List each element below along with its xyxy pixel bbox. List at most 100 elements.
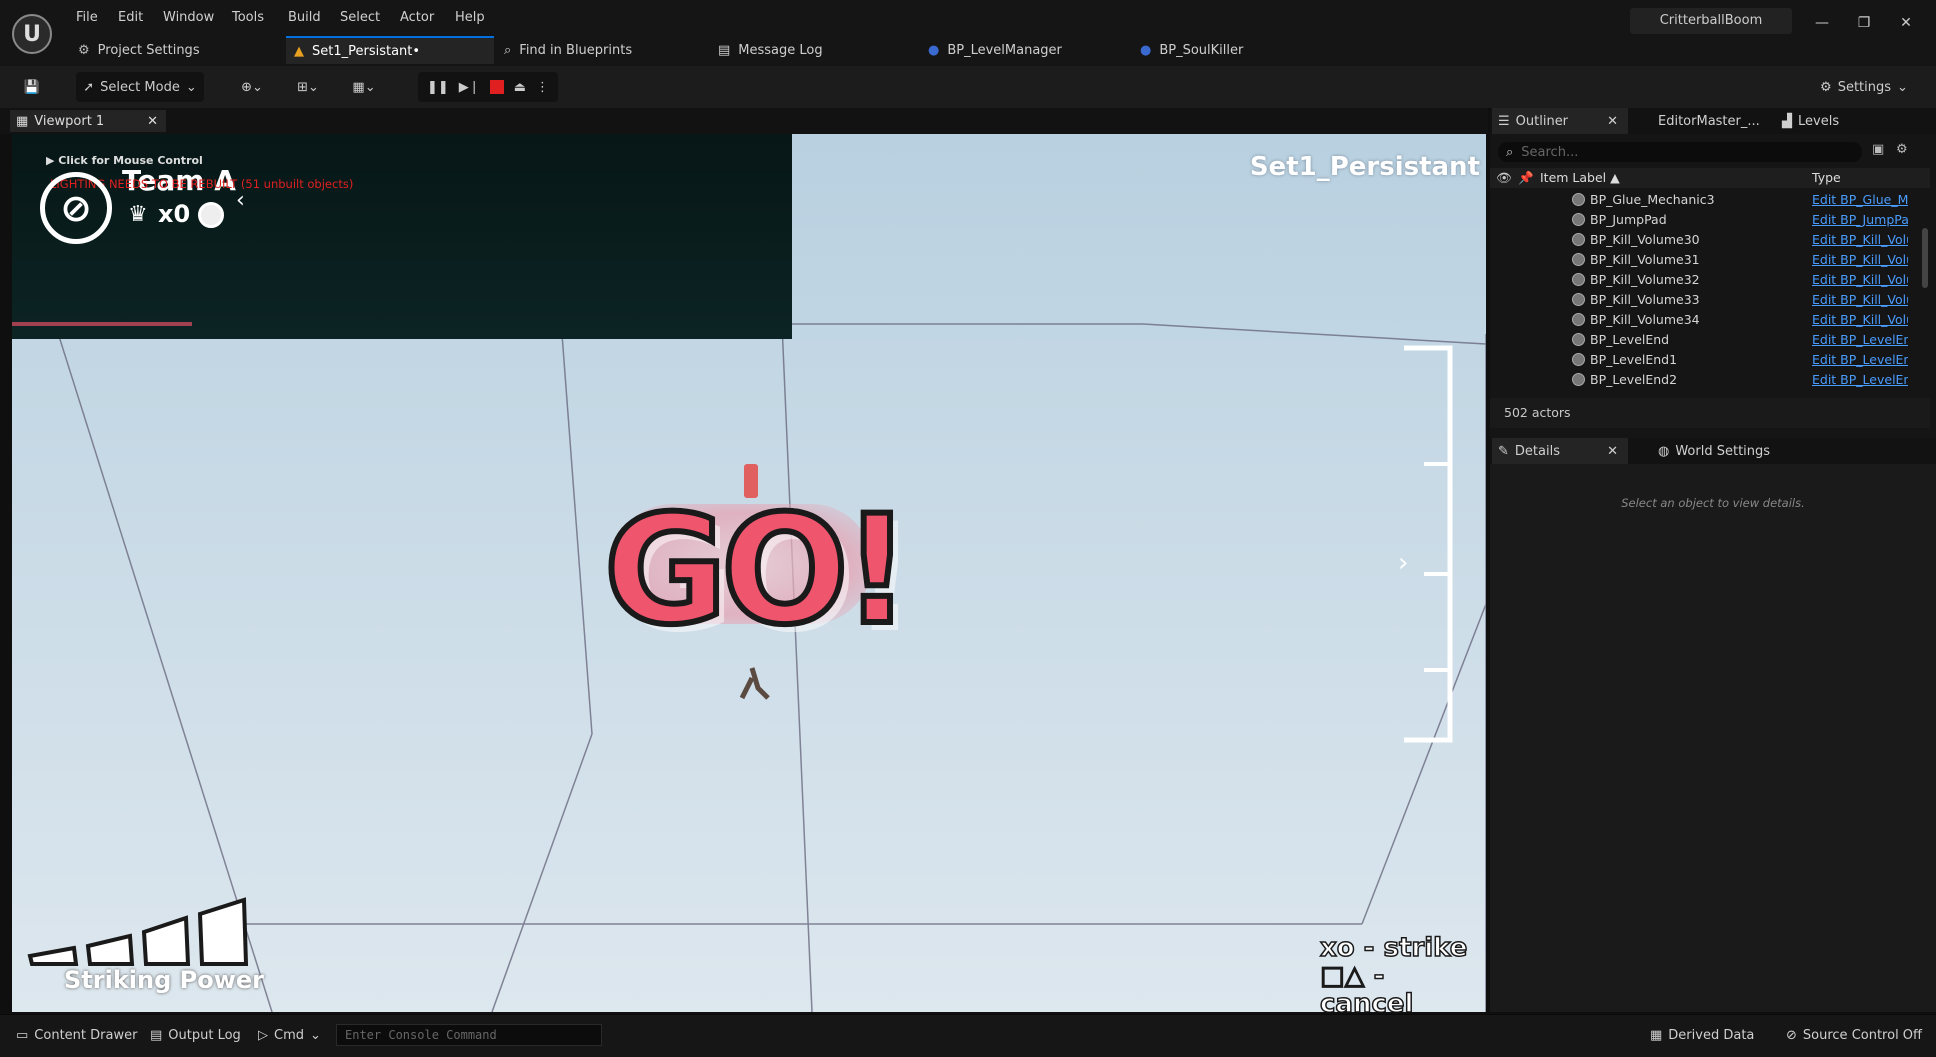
tab-project-settings[interactable]: ⚙ Project Settings	[78, 36, 278, 64]
tab-label: Outliner	[1515, 113, 1569, 129]
chevron-left-icon[interactable]: ‹	[236, 188, 245, 213]
controls-hint: xo - strike □△ - cancel	[1319, 933, 1486, 1012]
menu-window[interactable]: Window	[163, 10, 214, 30]
list-item[interactable]: BP_Kill_Volume33 Edit BP_Kill_Volu	[1490, 290, 1930, 310]
actor-name: BP_Kill_Volume33	[1590, 292, 1700, 307]
actor-icon	[1572, 213, 1585, 226]
tab-label: Message Log	[738, 42, 823, 58]
tab-set1-persistant[interactable]: ▲ Set1_Persistant•	[286, 36, 494, 64]
outliner-search[interactable]: ⌕ Search...	[1498, 142, 1862, 162]
minimize-icon[interactable]: —	[1808, 10, 1836, 36]
source-control-label: Source Control Off	[1802, 1027, 1923, 1043]
list-item[interactable]: BP_Kill_Volume31 Edit BP_Kill_Volu	[1490, 250, 1930, 270]
actor-name: BP_LevelEnd1	[1590, 352, 1678, 367]
pin-icon[interactable]: 📌	[1518, 170, 1534, 186]
menu-tools[interactable]: Tools	[232, 10, 264, 30]
tab-editormaster[interactable]: EditorMaster_...	[1658, 108, 1760, 134]
level-viewport[interactable]: ▶ Click for Mouse Control Team A LIGHTIN…	[12, 134, 1486, 1012]
team-emblem-icon: ⊘	[40, 172, 112, 244]
content-drawer-button[interactable]: ▭ Content Drawer	[16, 1024, 137, 1046]
tab-bp-levelmanager[interactable]: ● BP_LevelManager	[928, 36, 1108, 64]
output-log-button[interactable]: ▤ Output Log	[150, 1024, 241, 1046]
visibility-eye-icon[interactable]: 👁	[1496, 170, 1512, 186]
close-icon[interactable]: ✕	[1607, 444, 1618, 459]
gear-icon[interactable]: ⚙	[1896, 142, 1908, 157]
edit-blueprint-link[interactable]: Edit BP_Kill_Volu	[1812, 252, 1908, 267]
tab-label: World Settings	[1675, 443, 1771, 459]
console-input[interactable]: Enter Console Command	[336, 1024, 602, 1046]
restore-icon[interactable]: ❐	[1850, 10, 1878, 36]
select-mode-dropdown[interactable]: ➚ Select Mode ⌄	[76, 72, 204, 102]
close-icon[interactable]: ✕	[147, 114, 158, 129]
tab-find-in-blueprints[interactable]: ⌕ Find in Blueprints	[504, 36, 704, 64]
actor-icon	[1572, 333, 1585, 346]
eject-icon[interactable]: ⏏	[514, 80, 526, 95]
actor-icon	[1572, 193, 1585, 206]
add-actor-icon[interactable]: ⊕⌄	[232, 72, 272, 102]
tab-label: BP_SoulKiller	[1159, 42, 1244, 58]
settings-button[interactable]: ⚙ Settings ⌄	[1816, 72, 1912, 102]
tab-details[interactable]: ✎ Details ✕	[1492, 438, 1628, 464]
edit-blueprint-link[interactable]: Edit BP_LevelEnc	[1812, 332, 1908, 347]
tab-viewport-1[interactable]: ▦ Viewport 1 ✕	[10, 110, 166, 132]
menu-actor[interactable]: Actor	[400, 10, 434, 30]
list-item[interactable]: BP_LevelEnd Edit BP_LevelEnc	[1490, 330, 1930, 350]
outliner-list[interactable]: BP_Glue_Mechanic3 Edit BP_Glue_Me BP_Jump…	[1490, 190, 1930, 390]
list-item[interactable]: BP_LevelEnd2 Edit BP_LevelEnc	[1490, 370, 1930, 390]
content-drawer-label: Content Drawer	[34, 1027, 138, 1043]
add-folder-icon[interactable]: ▣	[1872, 142, 1884, 157]
go-banner: GO!	[601, 481, 914, 661]
list-item[interactable]: BP_JumpPad Edit BP_JumpPac	[1490, 210, 1930, 230]
actor-icon	[1572, 233, 1585, 246]
source-control-off-icon: ⊘	[1786, 1027, 1797, 1043]
derived-data-button[interactable]: ▦ Derived Data	[1650, 1024, 1754, 1046]
database-icon: ▦	[1650, 1027, 1663, 1043]
actor-name: BP_Kill_Volume30	[1590, 232, 1700, 247]
menu-file[interactable]: File	[76, 10, 98, 30]
unreal-logo-icon[interactable]: U	[12, 14, 52, 54]
cinematics-icon[interactable]: ▦⌄	[344, 72, 384, 102]
step-icon[interactable]: ▶❘	[459, 80, 480, 95]
more-options-icon[interactable]: ⋮	[536, 80, 549, 95]
menu-build[interactable]: Build	[288, 10, 321, 30]
list-item[interactable]: BP_LevelEnd1 Edit BP_LevelEnc	[1490, 350, 1930, 370]
search-icon: ⌕	[1506, 144, 1514, 160]
tab-label: EditorMaster_...	[1658, 113, 1760, 129]
edit-blueprint-link[interactable]: Edit BP_Kill_Volu	[1812, 312, 1908, 327]
edit-blueprint-link[interactable]: Edit BP_Glue_Me	[1812, 192, 1908, 207]
item-label-header[interactable]: Item Label ▲	[1540, 170, 1620, 185]
menu-edit[interactable]: Edit	[118, 10, 143, 30]
menu-select[interactable]: Select	[340, 10, 380, 30]
list-item[interactable]: BP_Kill_Volume30 Edit BP_Kill_Volu	[1490, 230, 1930, 250]
pause-icon[interactable]: ❚❚	[427, 80, 449, 95]
list-item[interactable]: BP_Kill_Volume32 Edit BP_Kill_Volu	[1490, 270, 1930, 290]
edit-blueprint-link[interactable]: Edit BP_JumpPac	[1812, 212, 1908, 227]
actor-name: BP_LevelEnd	[1590, 332, 1670, 347]
source-control-button[interactable]: ⊘ Source Control Off	[1786, 1024, 1922, 1046]
save-icon[interactable]: 💾	[16, 72, 48, 102]
list-item[interactable]: BP_Glue_Mechanic3 Edit BP_Glue_Me	[1490, 190, 1930, 210]
log-icon: ▤	[718, 42, 731, 58]
close-window-icon[interactable]: ✕	[1892, 10, 1920, 36]
tab-bp-soulkiller[interactable]: ● BP_SoulKiller	[1140, 36, 1310, 64]
edit-blueprint-link[interactable]: Edit BP_Kill_Volu	[1812, 292, 1908, 307]
stop-icon[interactable]	[489, 80, 504, 94]
derived-data-label: Derived Data	[1668, 1027, 1755, 1043]
edit-blueprint-link[interactable]: Edit BP_LevelEnc	[1812, 372, 1908, 387]
chevron-right-icon[interactable]: ›	[1398, 548, 1408, 578]
edit-blueprint-link[interactable]: Edit BP_Kill_Volu	[1812, 232, 1908, 247]
tab-levels[interactable]: ▟ Levels	[1782, 108, 1839, 134]
close-icon[interactable]: ✕	[1607, 114, 1618, 129]
type-header[interactable]: Type	[1812, 170, 1841, 185]
tab-outliner[interactable]: ☰ Outliner ✕	[1492, 108, 1628, 134]
cursor-icon: ➚	[83, 79, 95, 95]
edit-blueprint-link[interactable]: Edit BP_LevelEnc	[1812, 352, 1908, 367]
outliner-scrollbar[interactable]	[1922, 228, 1928, 288]
tab-world-settings[interactable]: ◍ World Settings	[1658, 438, 1770, 464]
list-item[interactable]: BP_Kill_Volume34 Edit BP_Kill_Volu	[1490, 310, 1930, 330]
menu-help[interactable]: Help	[455, 10, 485, 30]
cmd-dropdown[interactable]: ▷ Cmd ⌄	[258, 1024, 321, 1046]
blueprint-menu-icon[interactable]: ⊞⌄	[288, 72, 328, 102]
tab-message-log[interactable]: ▤ Message Log	[718, 36, 898, 64]
edit-blueprint-link[interactable]: Edit BP_Kill_Volu	[1812, 272, 1908, 287]
